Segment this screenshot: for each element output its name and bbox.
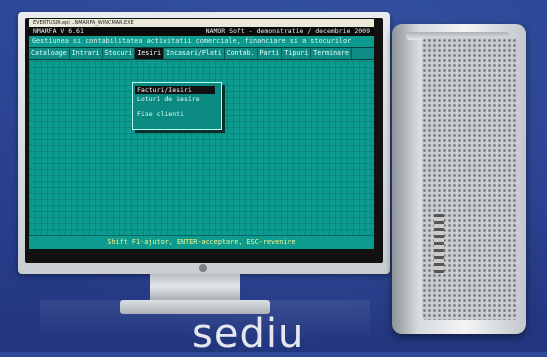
status-hint: Shift F1-ajutor, ENTER-acceptare, ESC-re… <box>29 235 374 249</box>
app-header: NMARFA V 6.61 NAMOR Soft - demonstratie … <box>29 27 374 36</box>
menu-item-terminare[interactable]: Terminare <box>311 48 352 59</box>
menu-item-stocuri[interactable]: Stocuri <box>103 48 136 59</box>
window-title-bar: EVERTUSIR.epi ..NMARFA_WINCMAR.EXE <box>29 19 374 27</box>
menu-item-contab[interactable]: Contab. <box>225 48 258 59</box>
apple-logo-icon <box>199 264 207 272</box>
tower-grille <box>422 38 518 320</box>
menu-item-parti[interactable]: Parti <box>258 48 283 59</box>
app-subtitle: Gestiunea si contabilitatea activitatii … <box>29 36 374 47</box>
menu-item-iesiri[interactable]: Iesiri <box>135 48 165 59</box>
tower-ports <box>434 214 444 274</box>
window-title: EVERTUSIR.epi ..NMARFA_WINCMAR.EXE <box>33 20 134 26</box>
dropdown-item-facturi-iesiri[interactable]: Facturi/Iesiri <box>135 86 215 94</box>
menu-item-cataloage[interactable]: Cataloage <box>29 48 70 59</box>
dropdown-item-fise-clienti[interactable]: Fise clienti <box>137 110 184 118</box>
app-screen: EVERTUSIR.epi ..NMARFA_WINCMAR.EXE NMARF… <box>29 19 374 249</box>
work-area: Facturi/Iesiri Loturi de iesire Fise cli… <box>29 61 374 236</box>
menu-item-tipuri[interactable]: Tipuri <box>282 48 312 59</box>
vendor-note: NAMOR Soft - demonstratie / decembrie 20… <box>205 27 370 35</box>
menu-item-intrari[interactable]: Intrari <box>70 48 103 59</box>
app-name-version: NMARFA V 6.61 <box>33 27 84 35</box>
caption-text: sediu <box>192 311 305 357</box>
main-menu: Cataloage Intrari Stocuri Iesiri Incasar… <box>29 47 374 60</box>
iesiri-dropdown: Facturi/Iesiri Loturi de iesire Fise cli… <box>132 82 222 130</box>
menu-item-incasari-plati[interactable]: Incasari/Plati <box>164 48 225 59</box>
computer-tower <box>392 24 526 334</box>
dropdown-item-loturi-iesire[interactable]: Loturi de iesire <box>137 95 200 103</box>
